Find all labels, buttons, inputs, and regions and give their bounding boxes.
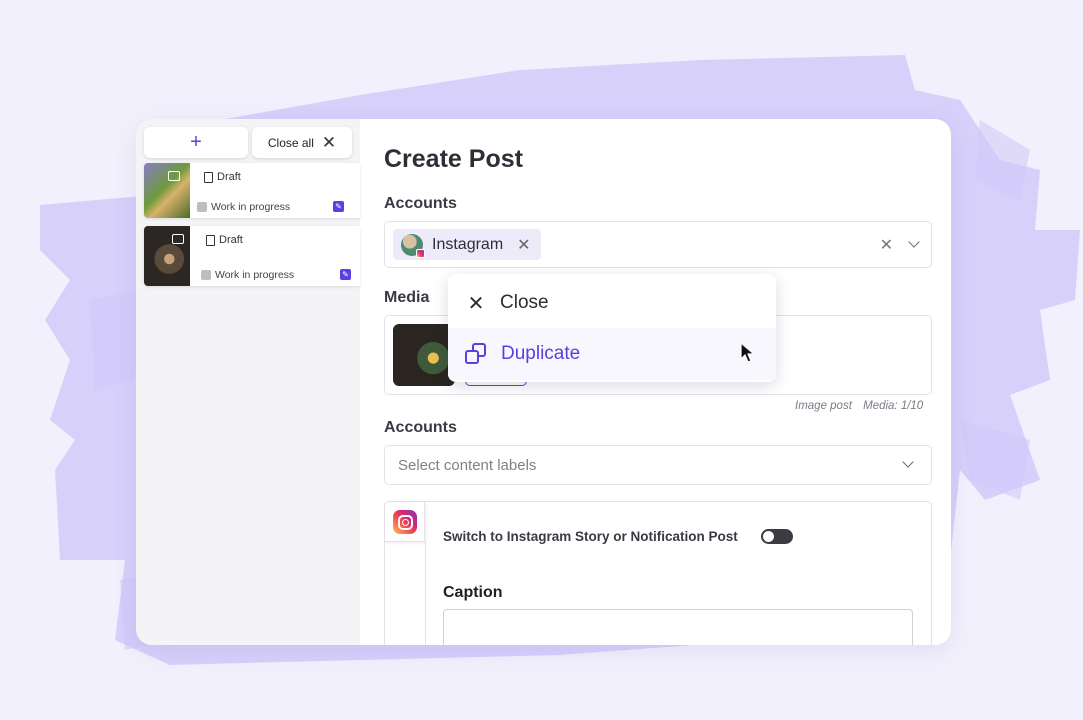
- divider: [425, 542, 426, 645]
- image-icon: [172, 234, 184, 244]
- menu-item-close[interactable]: ✕ Close: [448, 277, 776, 329]
- draft-item[interactable]: Draft Work in progress ✎: [144, 226, 360, 286]
- create-post-panel: + Close all ✕ Draft Work in progress ✎ D…: [136, 119, 951, 645]
- toggle-knob: [763, 531, 774, 542]
- story-switch-label: Switch to Instagram Story or Notificatio…: [443, 529, 738, 544]
- menu-item-duplicate[interactable]: Duplicate: [448, 328, 776, 380]
- document-icon: [204, 171, 213, 183]
- status-swatch: [197, 202, 207, 212]
- document-icon: [206, 234, 215, 246]
- caption-label: Caption: [443, 584, 503, 601]
- duplicate-icon: [465, 343, 487, 365]
- add-draft-button[interactable]: +: [144, 127, 248, 158]
- status-swatch: [201, 270, 211, 280]
- edit-icon[interactable]: ✎: [340, 269, 351, 280]
- page-title: Create Post: [384, 145, 523, 173]
- drafts-sidebar: + Close all ✕ Draft Work in progress ✎ D…: [136, 119, 360, 645]
- media-label: Media: [384, 289, 430, 306]
- accounts-label: Accounts: [384, 195, 457, 212]
- close-all-label: Close all: [267, 135, 314, 150]
- draft-type-label: Draft: [206, 234, 243, 246]
- media-post-type: Image post: [795, 400, 852, 412]
- instagram-tab[interactable]: [385, 502, 425, 542]
- menu-item-duplicate-label: Duplicate: [501, 343, 581, 364]
- content-labels-label: Accounts: [384, 419, 457, 436]
- avatar: [401, 233, 425, 258]
- story-toggle[interactable]: [761, 529, 793, 544]
- clear-icon[interactable]: ✕: [880, 235, 893, 255]
- close-icon: ✕: [467, 292, 485, 315]
- remove-chip-icon[interactable]: ✕: [517, 235, 530, 255]
- close-all-button[interactable]: Close all ✕: [252, 127, 352, 158]
- instagram-badge-icon: [416, 248, 425, 258]
- close-icon: ✕: [321, 132, 337, 152]
- draft-item[interactable]: Draft Work in progress ✎: [144, 163, 360, 218]
- draft-thumbnail: [144, 226, 190, 286]
- image-icon: [168, 171, 180, 181]
- chevron-down-icon[interactable]: [908, 236, 920, 248]
- media-count: Media: 1/10: [863, 400, 924, 412]
- post-form: Create Post Accounts Instagram ✕ ✕ Media…: [360, 119, 951, 645]
- accounts-select[interactable]: Instagram ✕ ✕: [384, 221, 932, 268]
- context-menu: ✕ Close Duplicate: [448, 274, 776, 382]
- media-thumbnail[interactable]: [393, 324, 455, 386]
- draft-status: Work in progress: [197, 201, 290, 213]
- draft-type-label: Draft: [204, 171, 241, 183]
- chevron-down-icon[interactable]: [902, 456, 914, 468]
- instagram-icon: [392, 509, 417, 534]
- plus-icon: +: [190, 131, 202, 153]
- caption-textarea[interactable]: [443, 609, 913, 645]
- account-chip: Instagram ✕: [393, 229, 541, 260]
- draft-thumbnail: [144, 163, 190, 218]
- content-labels-select[interactable]: Select content labels: [384, 445, 932, 485]
- draft-status: Work in progress: [201, 269, 294, 281]
- mouse-cursor-icon: [740, 342, 756, 363]
- content-labels-placeholder: Select content labels: [398, 457, 537, 474]
- account-chip-label: Instagram: [432, 235, 504, 253]
- instagram-post-settings: Switch to Instagram Story or Notificatio…: [384, 501, 932, 645]
- menu-item-close-label: Close: [500, 292, 549, 313]
- media-meta: Image post Media: 1/10: [795, 400, 923, 412]
- edit-icon[interactable]: ✎: [333, 201, 344, 212]
